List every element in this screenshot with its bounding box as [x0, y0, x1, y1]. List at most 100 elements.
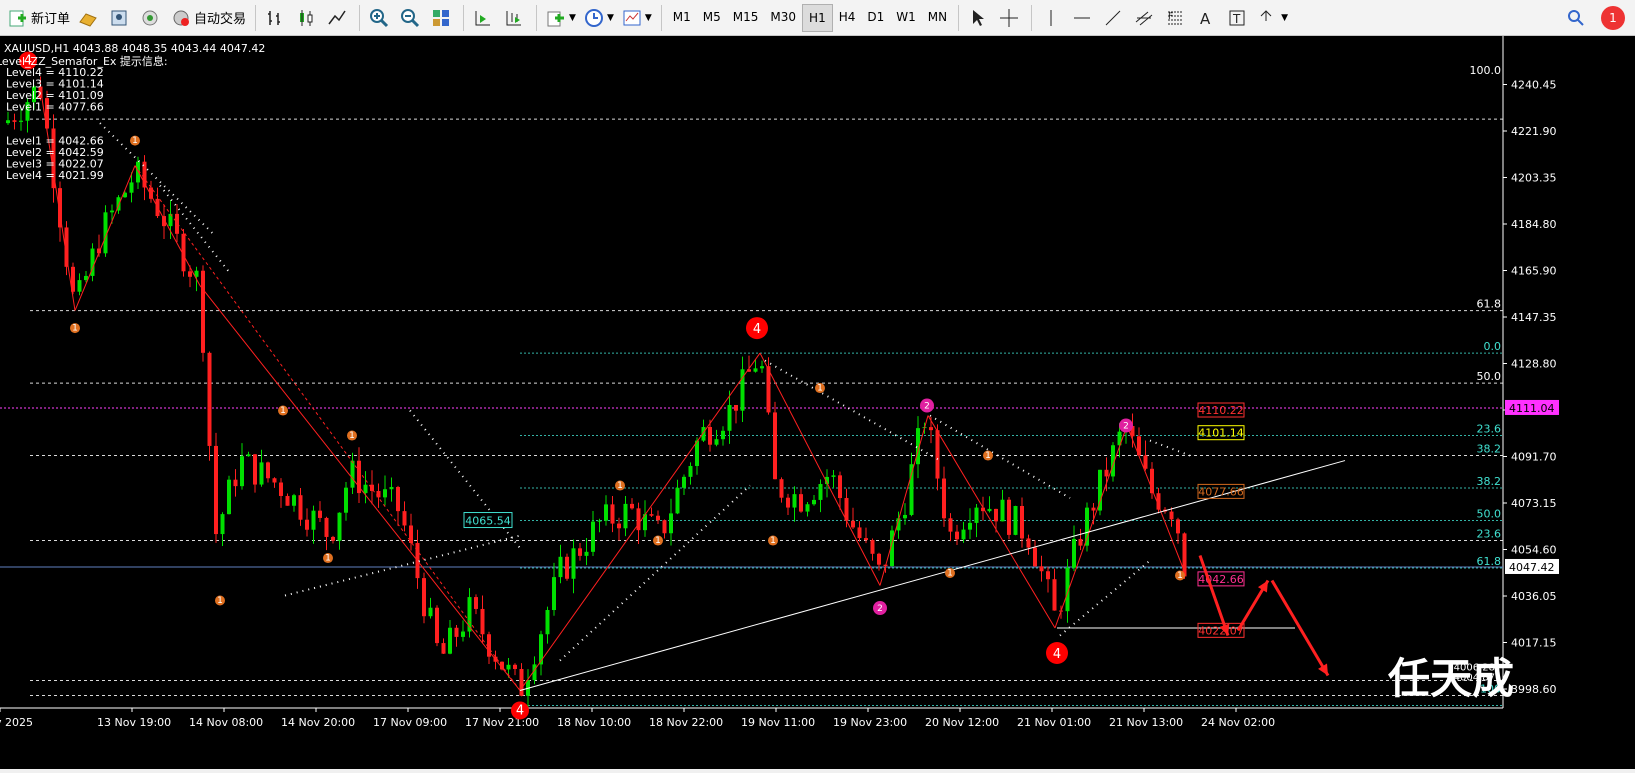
candle-body: [591, 521, 595, 552]
candle-body: [799, 494, 803, 512]
candle-body: [857, 527, 862, 539]
search-button[interactable]: [1562, 4, 1593, 32]
candle-body: [675, 487, 680, 514]
text-label-icon: T: [1227, 8, 1247, 28]
price-axis-label: 4017.15: [1511, 637, 1557, 650]
arrows-tool[interactable]: ▼: [1254, 4, 1292, 32]
timeframe-h4[interactable]: H4: [833, 4, 862, 30]
horizontal-line-tool[interactable]: [1068, 4, 1099, 32]
zigzag-line: [519, 352, 761, 691]
candle-body: [610, 504, 615, 524]
candle-body: [812, 499, 816, 505]
timeframe-m1[interactable]: M1: [667, 4, 697, 30]
market-watch-button[interactable]: [74, 4, 105, 32]
price-axis-label: 3998.60: [1511, 683, 1557, 696]
chart-header-text: XAUUSD,H1 4043.88 4048.35 4043.44 4047.4…: [4, 42, 265, 55]
candle-body: [649, 514, 654, 516]
templates-button[interactable]: ▼: [618, 4, 656, 32]
cursor-tool[interactable]: [964, 4, 995, 32]
price-axis-label: 4036.05: [1511, 590, 1557, 603]
gold-bars-icon: [78, 8, 98, 28]
time-axis-label: Nov 2025: [0, 716, 33, 729]
candle-body: [545, 610, 550, 635]
indicator-dot-trail: [1149, 439, 1191, 457]
price-axis-label: 4091.70: [1511, 451, 1557, 464]
candle-body: [818, 484, 823, 500]
candle-body: [227, 479, 231, 515]
candle-body: [1020, 506, 1024, 539]
new-order-button[interactable]: 新订单: [4, 4, 74, 32]
timeframe-mn[interactable]: MN: [922, 4, 953, 30]
candle-body: [974, 507, 979, 523]
timeframe-w1[interactable]: W1: [890, 4, 922, 30]
time-axis-label: 18 Nov 10:00: [557, 716, 631, 729]
zoom-in-button[interactable]: [365, 4, 396, 32]
timeframe-m30[interactable]: M30: [764, 4, 802, 30]
periods-button[interactable]: ▼: [580, 4, 618, 32]
text-label-tool[interactable]: T: [1223, 4, 1254, 32]
tile-windows-button[interactable]: [427, 4, 458, 32]
line-chart-icon: [327, 8, 347, 28]
semafor-level1-marker-text: 1: [770, 536, 776, 546]
channel-tool[interactable]: [1130, 4, 1161, 32]
semafor-level1-marker-text: 1: [132, 136, 138, 146]
candlestick-button[interactable]: [292, 4, 323, 32]
candle-body: [584, 551, 589, 556]
candle-body: [311, 510, 316, 530]
fibonacci-tool[interactable]: F: [1161, 4, 1192, 32]
navigator-icon: [140, 8, 160, 28]
fib-label: 50.0: [1477, 508, 1502, 521]
candle-body: [298, 495, 303, 520]
svg-text:T: T: [1232, 12, 1241, 26]
chart-canvas[interactable]: 4240.45 4221.90 4203.35 4184.80 4165.90 4147.…: [0, 36, 1635, 769]
search-icon: [1566, 8, 1586, 28]
candle-body: [1078, 538, 1083, 546]
line-chart-button[interactable]: [323, 4, 354, 32]
candle-body: [851, 520, 855, 528]
timeframe-m5[interactable]: M5: [697, 4, 727, 30]
auto-trade-button[interactable]: 自动交易: [167, 4, 250, 32]
channel-icon: [1134, 8, 1154, 28]
vertical-line-tool[interactable]: [1037, 4, 1068, 32]
candle-body: [1007, 499, 1011, 535]
zoom-out-button[interactable]: [396, 4, 427, 32]
chevron-down-icon: ▼: [1281, 12, 1289, 23]
text-tool[interactable]: A: [1192, 4, 1223, 32]
candle-body: [207, 352, 212, 446]
chevron-down-icon: ▼: [569, 12, 576, 23]
candle-body: [903, 514, 907, 519]
candle-body: [77, 280, 82, 292]
semafor-level1-marker-text: 1: [325, 553, 331, 563]
new-order-label: 新订单: [31, 12, 71, 27]
magenta-price-label: 4111.04: [1509, 402, 1555, 415]
timeframe-m15[interactable]: M15: [727, 4, 765, 30]
candle-body: [422, 578, 426, 617]
candle-body: [779, 479, 784, 498]
svg-text:F: F: [1168, 12, 1173, 22]
bar-chart-button[interactable]: [261, 4, 292, 32]
fib-label: 50.0: [1477, 370, 1502, 383]
auto-scroll-button[interactable]: [469, 4, 500, 32]
semafor-level2-marker-text: 2: [877, 604, 883, 614]
candle-body: [110, 210, 114, 213]
trendline-tool[interactable]: [1099, 4, 1130, 32]
time-axis-label: 14 Nov 20:00: [281, 716, 355, 729]
level-tag-label: 4077.66: [1198, 485, 1244, 498]
navigator-button[interactable]: [136, 4, 167, 32]
chart-shift-button[interactable]: [500, 4, 531, 32]
fib-label: 38.2: [1477, 443, 1502, 456]
templates-icon: [622, 8, 642, 28]
zigzag-line: [134, 165, 201, 286]
crosshair-tool[interactable]: [995, 4, 1026, 32]
data-window-button[interactable]: [105, 4, 136, 32]
price-chart[interactable]: 4240.45 4221.90 4203.35 4184.80 4165.90 4147.…: [0, 36, 1635, 769]
candle-body: [1143, 455, 1148, 469]
timeframe-d1[interactable]: D1: [861, 4, 890, 30]
timeframe-h1[interactable]: H1: [802, 3, 833, 32]
candle-body: [519, 668, 524, 696]
notification-badge[interactable]: 1: [1601, 6, 1625, 30]
candle-body: [942, 478, 946, 519]
candle-body: [259, 462, 264, 485]
indicators-button[interactable]: ▼: [542, 4, 580, 32]
candle-body: [805, 504, 810, 512]
